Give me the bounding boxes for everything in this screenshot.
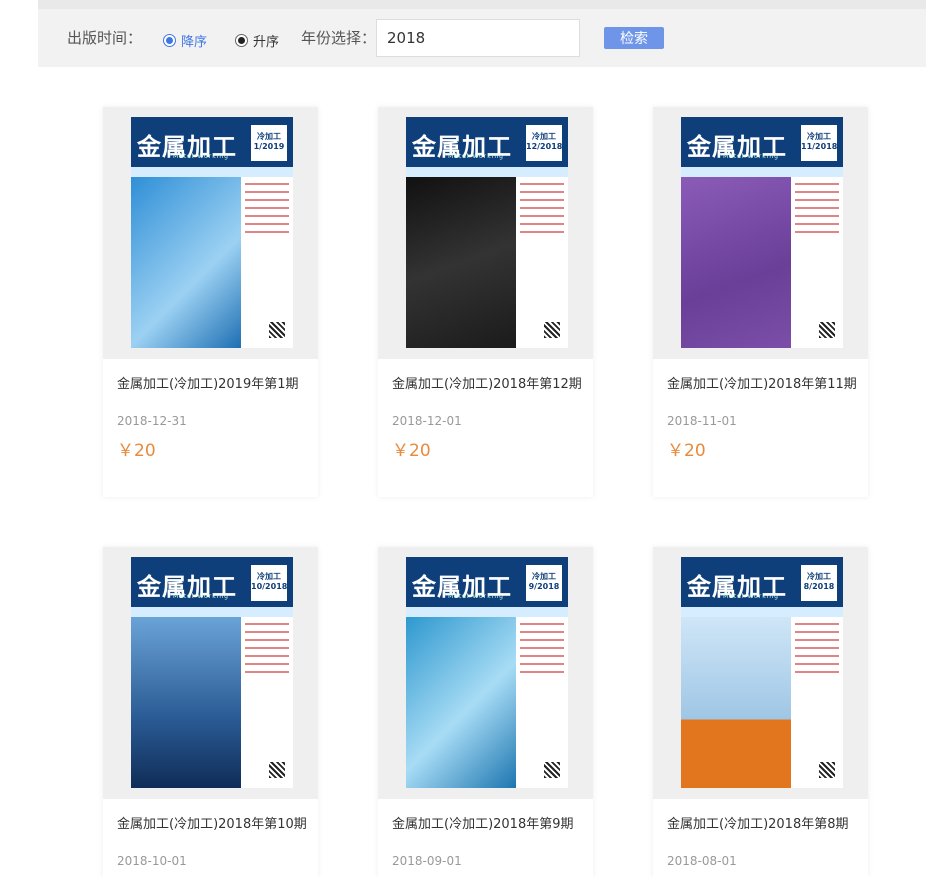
cover-sidebar [516,617,568,788]
magazine-card[interactable]: 金属加工 Metal Working 冷加工 9/2018 金属加工(冷加工)20… [378,547,593,877]
cover-art [406,617,516,788]
sort-asc-label: 升序 [253,35,280,50]
cover-area: 金属加工 Metal Working 冷加工 11/2018 [653,107,868,359]
cover-sidebar [791,177,843,348]
card-title[interactable]: 金属加工(冷加工)2018年第11期 [667,373,857,392]
radio-selected-icon [163,34,176,47]
magazine-cover[interactable]: 金属加工 Metal Working 冷加工 8/2018 [681,557,843,788]
cover-art [131,177,241,348]
card-date: 2018-11-01 [667,414,737,428]
cover-art [681,617,791,788]
publish-time-label: 出版时间： [67,29,143,47]
magazine-card[interactable]: 金属加工 Metal Working 冷加工 10/2018 金属加工(冷加工)2… [103,547,318,877]
sort-asc-radio[interactable]: 升序 [235,31,279,50]
cover-subtitle: Metal Working [173,593,229,600]
cover-area: 金属加工 Metal Working 冷加工 12/2018 [378,107,593,359]
sort-desc-radio[interactable]: 降序 [163,31,207,50]
magazine-cover[interactable]: 金属加工 Metal Working 冷加工 10/2018 [131,557,293,788]
top-strip [38,0,926,9]
card-title[interactable]: 金属加工(冷加工)2019年第1期 [117,373,299,392]
sort-desc-label: 降序 [181,35,208,50]
cover-area: 金属加工 Metal Working 冷加工 9/2018 [378,547,593,799]
qr-code-icon [819,322,835,338]
radio-icon [235,34,248,47]
qr-code-icon [544,322,560,338]
qr-code-icon [544,762,560,778]
magazine-cover[interactable]: 金属加工 Metal Working 冷加工 1/2019 [131,117,293,348]
cover-sidebar [241,617,293,788]
cover-issue-badge: 冷加工 12/2018 [526,125,562,161]
cover-subtitle: Metal Working [723,593,779,600]
cover-subtitle: Metal Working [723,153,779,160]
cover-area: 金属加工 Metal Working 冷加工 1/2019 [103,107,318,359]
cover-sidebar [791,617,843,788]
cover-subtitle: Metal Working [173,153,229,160]
magazine-card[interactable]: 金属加工 Metal Working 冷加工 8/2018 金属加工(冷加工)20… [653,547,868,877]
card-price: ￥20 [392,441,431,461]
cover-subtitle: Metal Working [448,153,504,160]
cover-issue-badge: 冷加工 9/2018 [526,565,562,601]
cover-subtitle: Metal Working [448,593,504,600]
qr-code-icon [819,762,835,778]
card-date: 2018-12-31 [117,414,187,428]
magazine-card[interactable]: 金属加工 Metal Working 冷加工 12/2018 金属加工(冷加工)2… [378,107,593,497]
qr-code-icon [269,322,285,338]
magazine-card[interactable]: 金属加工 Metal Working 冷加工 1/2019 金属加工(冷加工)20… [103,107,318,497]
card-date: 2018-12-01 [392,414,462,428]
cover-art [406,177,516,348]
filter-bar: 出版时间： 降序 升序 年份选择： 检索 [38,9,926,67]
cover-issue-badge: 冷加工 1/2019 [251,125,287,161]
magazine-card[interactable]: 金属加工 Metal Working 冷加工 11/2018 金属加工(冷加工)2… [653,107,868,497]
card-title[interactable]: 金属加工(冷加工)2018年第12期 [392,373,582,392]
year-input[interactable] [376,19,580,57]
card-title[interactable]: 金属加工(冷加工)2018年第10期 [117,813,307,832]
cover-issue-badge: 冷加工 10/2018 [251,565,287,601]
cover-sidebar [516,177,568,348]
cover-art [131,617,241,788]
card-price: ￥20 [667,441,706,461]
card-title[interactable]: 金属加工(冷加工)2018年第8期 [667,813,849,832]
card-title[interactable]: 金属加工(冷加工)2018年第9期 [392,813,574,832]
magazine-cover[interactable]: 金属加工 Metal Working 冷加工 9/2018 [406,557,568,788]
cover-sidebar [241,177,293,348]
card-price: ￥20 [117,441,156,461]
search-button[interactable]: 检索 [604,27,664,49]
qr-code-icon [269,762,285,778]
cover-issue-badge: 冷加工 8/2018 [801,565,837,601]
magazine-cover[interactable]: 金属加工 Metal Working 冷加工 11/2018 [681,117,843,348]
year-select-label: 年份选择： [301,29,377,47]
cover-issue-badge: 冷加工 11/2018 [801,125,837,161]
magazine-cover[interactable]: 金属加工 Metal Working 冷加工 12/2018 [406,117,568,348]
cover-area: 金属加工 Metal Working 冷加工 8/2018 [653,547,868,799]
cover-art [681,177,791,348]
cover-area: 金属加工 Metal Working 冷加工 10/2018 [103,547,318,799]
